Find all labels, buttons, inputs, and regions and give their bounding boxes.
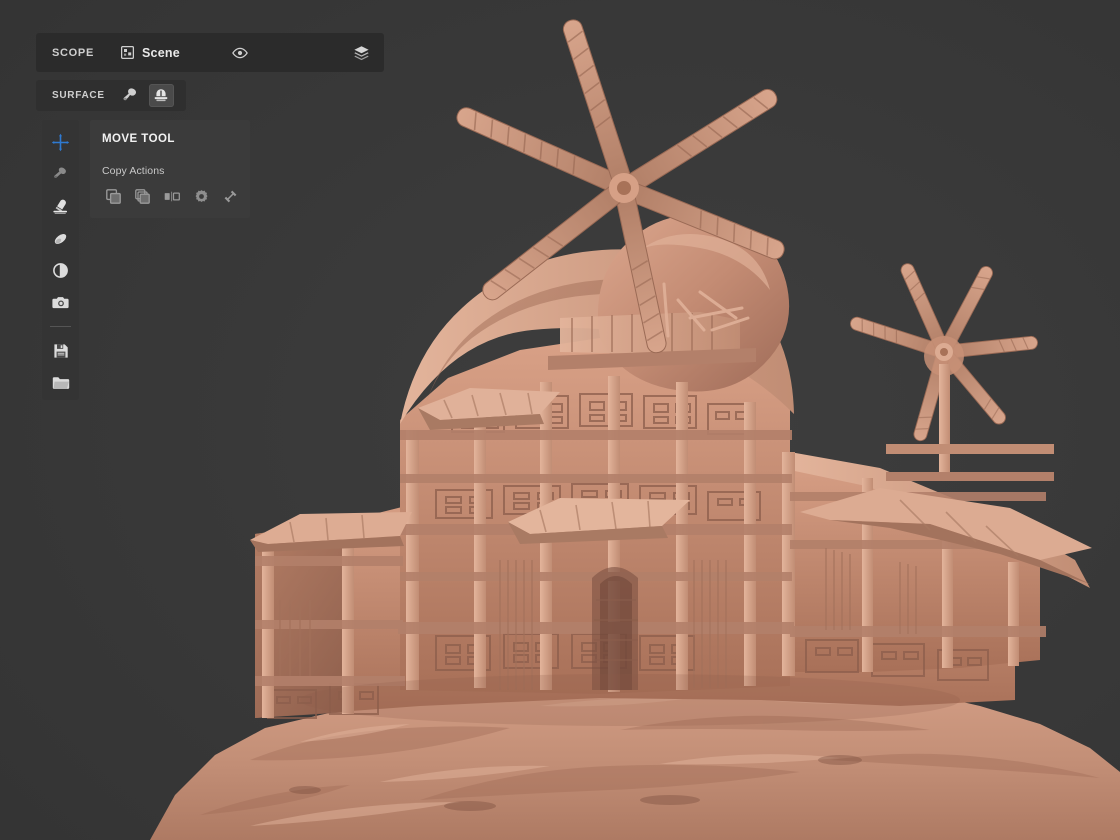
tool-options-panel: MOVE TOOL Copy Actions [90, 120, 250, 218]
smooth-blob-icon [52, 231, 69, 247]
brush-icon [53, 167, 69, 183]
settings-button[interactable] [187, 184, 216, 208]
stamp-anchor-icon [153, 88, 169, 103]
tool-mask[interactable] [44, 256, 77, 286]
gear-icon [194, 189, 209, 204]
scope-scene-selector[interactable]: Scene [121, 46, 180, 60]
copy-flip-button[interactable] [157, 184, 186, 208]
brush-bulb-icon [123, 88, 139, 103]
move-cross-icon [51, 133, 70, 152]
layers-stack-icon[interactable] [353, 45, 370, 61]
eye-icon[interactable] [232, 47, 248, 58]
scope-bar: SCOPE Scene [36, 33, 384, 72]
app-root: SCOPE Scene [0, 0, 1120, 840]
central-doorway [592, 567, 638, 690]
tool-move[interactable] [44, 128, 77, 158]
copy-multiple-icon [135, 189, 150, 204]
tool-strip-divider [50, 326, 71, 327]
half-sphere-icon [52, 262, 69, 279]
tool-brush[interactable] [44, 160, 77, 190]
copy-actions-label: Copy Actions [102, 165, 164, 177]
tool-save[interactable] [44, 336, 77, 366]
surface-brush-button[interactable] [119, 84, 144, 107]
link-chain-icon [223, 189, 238, 204]
tool-camera[interactable] [44, 287, 77, 317]
tool-strip [42, 120, 79, 400]
copy-button[interactable] [99, 184, 128, 208]
flatten-trowel-icon [52, 199, 70, 215]
tool-panel-title: MOVE TOOL [102, 133, 175, 145]
surface-bar: SURFACE [36, 80, 186, 111]
tool-flatten[interactable] [44, 192, 77, 222]
scope-scene-name: Scene [142, 46, 180, 60]
copy-actions-row [99, 183, 245, 209]
tool-open[interactable] [44, 368, 77, 398]
copy-icon [106, 189, 121, 204]
folder-open-icon [52, 376, 70, 390]
scene-thumbnail-icon [121, 46, 134, 59]
scope-label: SCOPE [52, 47, 94, 59]
copy-multiple-button[interactable] [128, 184, 157, 208]
link-button[interactable] [216, 184, 245, 208]
copy-flip-icon [164, 191, 180, 202]
surface-stamp-button[interactable] [149, 84, 174, 107]
surface-label: SURFACE [52, 90, 105, 101]
camera-icon [52, 295, 70, 310]
save-floppy-icon [53, 343, 69, 359]
tool-smooth[interactable] [44, 224, 77, 254]
